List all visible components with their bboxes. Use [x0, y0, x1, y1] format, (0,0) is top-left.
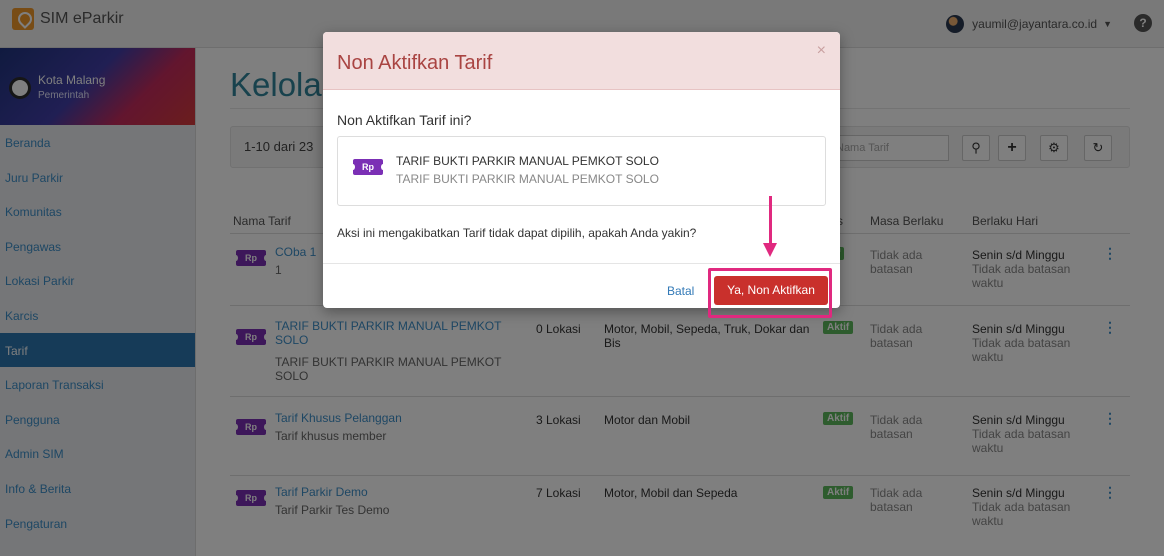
- warning-text: Aksi ini mengakibatkan Tarif tidak dapat…: [337, 226, 697, 240]
- cancel-button[interactable]: Batal: [667, 284, 694, 298]
- deactivate-tariff-dialog: Non Aktifkan Tarif × Non Aktifkan Tarif …: [323, 32, 840, 308]
- annotation-arrow-head: [763, 243, 777, 257]
- tariff-description: TARIF BUKTI PARKIR MANUAL PEMKOT SOLO: [396, 172, 659, 186]
- annotation-arrow: [769, 196, 772, 244]
- tariff-summary-card: Rp TARIF BUKTI PARKIR MANUAL PEMKOT SOLO…: [337, 136, 826, 206]
- tariff-name: TARIF BUKTI PARKIR MANUAL PEMKOT SOLO: [396, 154, 659, 168]
- annotation-highlight-box: [708, 268, 832, 318]
- modal-question: Non Aktifkan Tarif ini?: [337, 112, 472, 128]
- modal-title: Non Aktifkan Tarif: [337, 52, 493, 74]
- modal-header: Non Aktifkan Tarif ×: [323, 32, 840, 90]
- rupiah-ticket-icon: Rp: [351, 159, 385, 175]
- close-icon[interactable]: ×: [817, 42, 826, 60]
